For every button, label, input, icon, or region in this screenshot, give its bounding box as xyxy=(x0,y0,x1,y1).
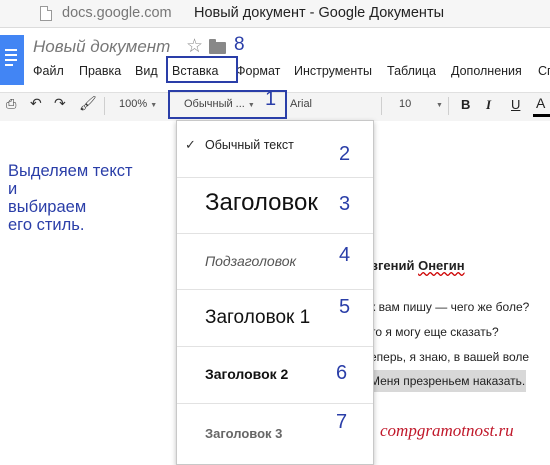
font-select[interactable]: Arial xyxy=(290,98,312,110)
italic-button[interactable]: I xyxy=(486,97,491,113)
note-line: Выделяем текст xyxy=(8,162,133,180)
undo-icon[interactable]: ↶ xyxy=(30,95,42,112)
folder-icon[interactable] xyxy=(209,39,226,54)
insert-menu-highlight xyxy=(166,56,238,83)
toolbar-divider xyxy=(381,97,382,115)
docs-logo-icon[interactable] xyxy=(0,35,24,85)
annotation-number: 7 xyxy=(336,411,348,433)
document-title[interactable]: Новый документ xyxy=(33,37,170,57)
address-domain[interactable]: docs.google.com xyxy=(62,5,172,21)
note-line: и xyxy=(8,180,18,198)
menu-addons[interactable]: Дополнения xyxy=(451,64,522,78)
font-value: Arial xyxy=(290,98,313,110)
annotation-number: 3 xyxy=(339,193,351,215)
doc-line-selected[interactable]: Меня презреньем наказать. xyxy=(370,374,525,388)
annotation-number: 2 xyxy=(339,143,351,165)
tab-title: Новый документ - Google Документы xyxy=(194,5,445,21)
paint-format-icon[interactable]: 🖌 xyxy=(79,95,97,112)
doc-line[interactable]: еперь, я знаю, в вашей воле xyxy=(370,350,529,364)
watermark: compgramotnost.ru xyxy=(380,421,514,440)
heading-underlined-word: Онегин xyxy=(418,258,465,273)
style-option-label: Заголовок 3 xyxy=(205,426,283,441)
font-size-caret[interactable]: ▼ xyxy=(436,98,443,110)
menu-view[interactable]: Вид xyxy=(135,64,158,78)
style-option-label: Заголовок 2 xyxy=(205,366,289,382)
zoom-select[interactable]: 100% ▼ xyxy=(119,98,157,110)
annotation-number: 5 xyxy=(339,296,351,318)
menu-tools[interactable]: Инструменты xyxy=(294,64,372,78)
chevron-down-icon: ▼ xyxy=(436,102,443,109)
font-size-value: 10 xyxy=(399,98,412,110)
zoom-value: 100% xyxy=(119,98,148,110)
toolbar-divider xyxy=(448,97,449,115)
style-option-label: Заголовок 1 xyxy=(205,307,311,328)
menu-help[interactable]: Сп xyxy=(538,64,550,78)
doc-line[interactable]: к вам пишу — чего же боле? xyxy=(370,300,529,314)
style-option-label: Подзаголовок xyxy=(205,253,297,269)
text-color-button[interactable]: A xyxy=(536,95,545,111)
document-heading[interactable]: вгений Онегин xyxy=(370,258,465,273)
star-icon[interactable]: ☆ xyxy=(186,35,203,58)
bold-button[interactable]: B xyxy=(461,97,470,112)
annotation-number: 6 xyxy=(336,362,348,384)
annotation-number: 4 xyxy=(339,244,351,266)
print-icon[interactable]: ⎙ xyxy=(6,96,16,112)
chevron-down-icon: ▼ xyxy=(150,102,158,109)
toolbar-divider xyxy=(104,97,105,115)
menu-table[interactable]: Таблица xyxy=(387,64,436,78)
note-line: выбираем xyxy=(8,198,87,216)
menu-file[interactable]: Файл xyxy=(33,64,64,78)
menu-edit[interactable]: Правка xyxy=(79,64,121,78)
style-option-label: Обычный текст xyxy=(205,138,294,152)
annotation-number: 8 xyxy=(234,34,245,55)
note-line: его стиль. xyxy=(8,216,85,234)
annotation-note: Выделяем текст и выбираем его стиль. xyxy=(8,162,133,234)
text-color-swatch xyxy=(533,114,550,117)
checkmark-icon: ✓ xyxy=(185,137,196,152)
heading-prefix: вгений xyxy=(370,258,419,273)
style-option-label: Заголовок xyxy=(205,189,318,216)
menu-format[interactable]: Формат xyxy=(236,64,280,78)
underline-button[interactable]: U xyxy=(511,97,520,112)
font-size-select[interactable]: 10 xyxy=(399,98,411,110)
doc-line[interactable]: то я могу еще сказать? xyxy=(370,325,499,339)
redo-icon[interactable]: ↷ xyxy=(54,95,66,112)
page-icon xyxy=(40,6,52,21)
annotation-number: 1 xyxy=(265,88,277,110)
